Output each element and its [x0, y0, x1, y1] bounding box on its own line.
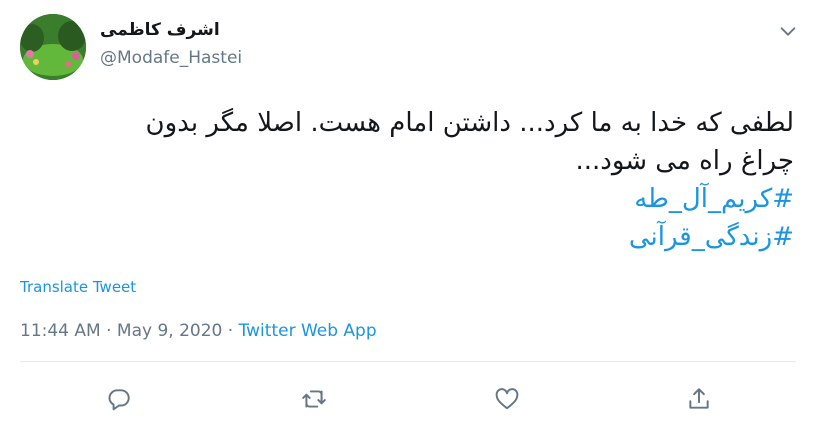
- reply-icon[interactable]: [106, 386, 132, 412]
- meta-separator: ·: [227, 321, 234, 341]
- tweet-text: لطفی که خدا به ما کرد... داشتن امام هست.…: [24, 104, 794, 256]
- tweet-line: لطفی که خدا به ما کرد... داشتن امام هست.…: [145, 108, 794, 138]
- tweet-source-link[interactable]: Twitter Web App: [239, 321, 377, 341]
- meta-separator: ·: [106, 321, 112, 341]
- tweet-line: چراغ راه می شود...: [575, 146, 794, 176]
- author-handle[interactable]: @Modafe_Hastei: [100, 48, 242, 68]
- author-name[interactable]: اشرف کاظمی: [100, 20, 220, 40]
- divider: [20, 361, 796, 362]
- tweet-meta: 11:44 AM · May 9, 2020 · Twitter Web App: [20, 321, 377, 341]
- translate-tweet-link[interactable]: Translate Tweet: [20, 278, 136, 296]
- retweet-icon[interactable]: [301, 386, 327, 412]
- share-icon[interactable]: [686, 386, 712, 412]
- tweet-date[interactable]: May 9, 2020: [117, 321, 222, 341]
- avatar[interactable]: [20, 14, 86, 80]
- heart-icon[interactable]: [494, 386, 520, 412]
- hashtag-link[interactable]: #کریم_آل_طه: [24, 180, 794, 218]
- tweet-time[interactable]: 11:44 AM: [20, 321, 101, 341]
- chevron-down-icon[interactable]: [777, 20, 799, 42]
- hashtag-link[interactable]: #زندگی_قرآنی: [24, 218, 794, 256]
